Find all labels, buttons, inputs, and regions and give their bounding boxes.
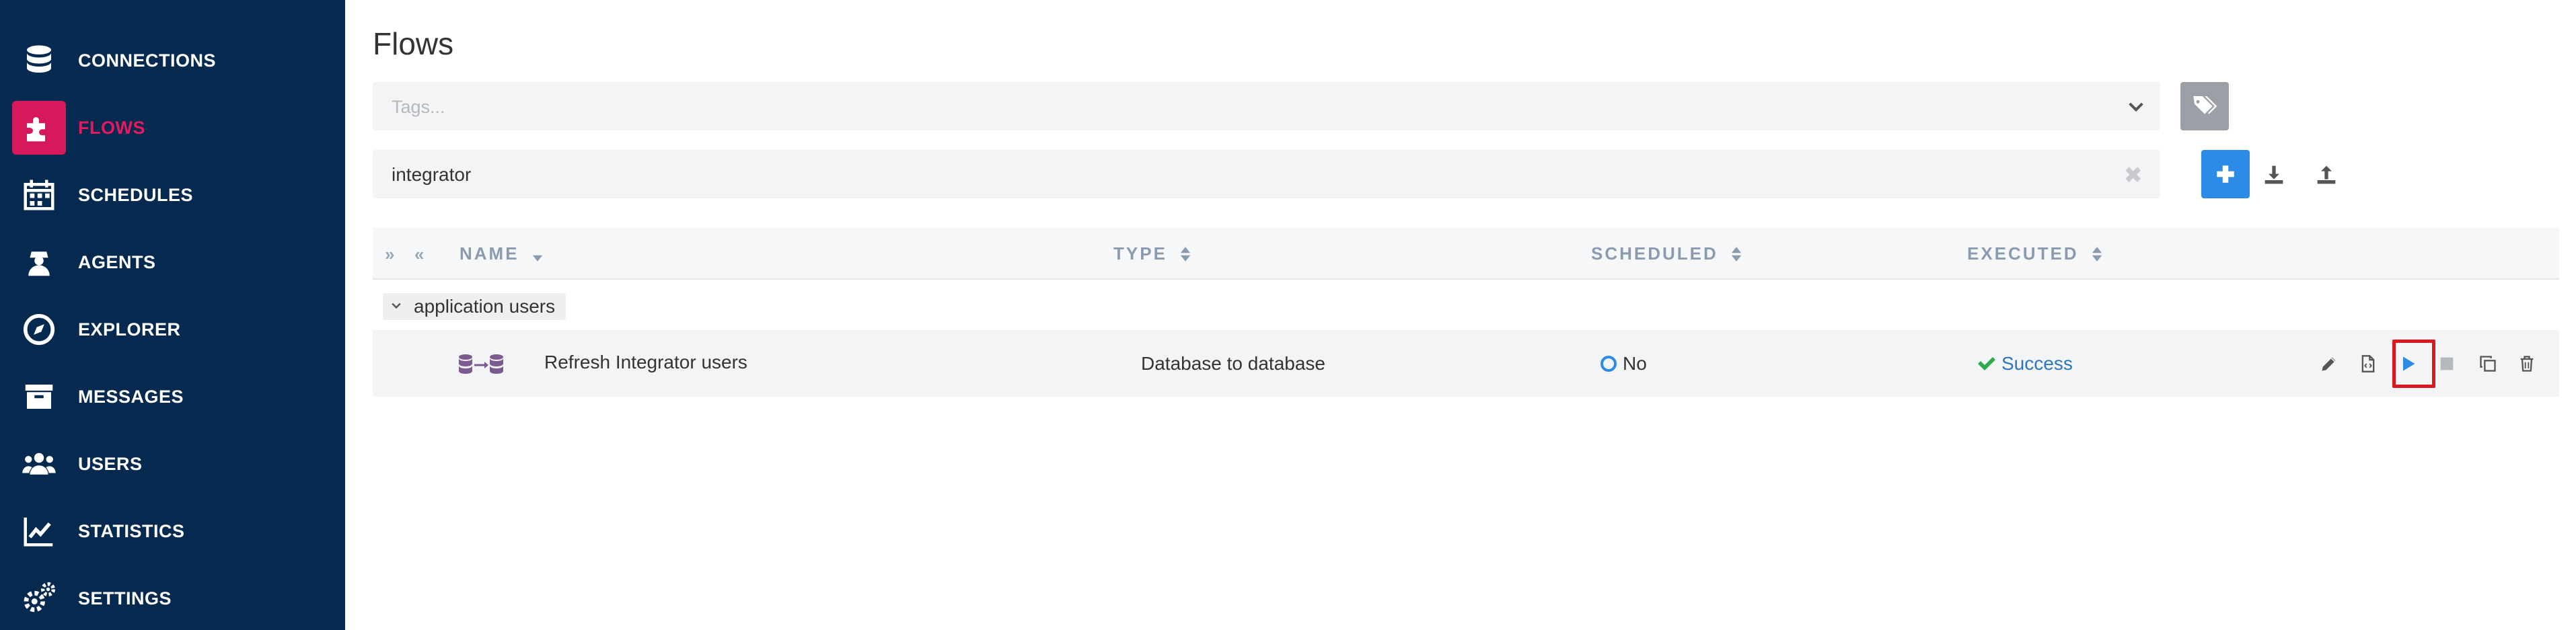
group-label: application users <box>414 296 556 317</box>
database-to-database-icon <box>457 353 505 376</box>
compass-icon <box>12 303 66 356</box>
clear-search-icon[interactable]: ✖ <box>2124 162 2143 189</box>
sidebar-item-label: FLOWS <box>78 117 145 138</box>
flow-type: Database to database <box>1141 353 1325 374</box>
sidebar: CONNECTIONS FLOWS SCHEDULES AGENTS EXPLO… <box>0 0 345 630</box>
flow-name[interactable]: Refresh Integrator users <box>544 352 747 373</box>
collapse-all-icon[interactable]: « <box>414 244 424 265</box>
chevron-down-icon <box>390 299 403 315</box>
tags-button[interactable] <box>2180 82 2229 130</box>
search-value: integrator <box>392 164 472 185</box>
duplicate-button[interactable] <box>2474 350 2501 377</box>
not-scheduled-circle-icon <box>1600 356 1617 372</box>
sidebar-item-flows[interactable]: FLOWS <box>0 94 345 161</box>
sidebar-item-explorer[interactable]: EXPLORER <box>0 296 345 363</box>
agent-icon <box>12 235 66 289</box>
table-row[interactable]: Refresh Integrator users Database to dat… <box>373 330 2559 397</box>
trash-icon <box>2520 356 2534 372</box>
expand-all-icon[interactable]: » <box>385 244 394 265</box>
gears-icon <box>12 572 66 625</box>
copy-icon <box>2480 356 2496 372</box>
column-header-label: SCHEDULED <box>1591 243 1718 264</box>
sidebar-item-label: CONNECTIONS <box>78 50 217 71</box>
sidebar-item-settings[interactable]: SETTINGS <box>0 565 345 630</box>
column-header-type[interactable]: TYPE <box>1113 243 1191 264</box>
stop-flow-button[interactable] <box>2433 350 2460 377</box>
view-log-button[interactable] <box>2355 350 2382 377</box>
table-header: » « NAME TYPE SCHEDULED EXECUTED <box>373 227 2559 280</box>
sidebar-item-label: EXPLORER <box>78 319 181 340</box>
add-flow-button[interactable] <box>2201 150 2250 198</box>
sidebar-item-users[interactable]: USERS <box>0 430 345 498</box>
check-icon <box>1977 356 1995 372</box>
database-icon <box>12 34 66 87</box>
users-icon <box>12 437 66 491</box>
tags-select[interactable]: Tags... <box>373 82 2160 130</box>
stop-icon <box>2440 357 2454 370</box>
chevron-down-icon[interactable] <box>2125 95 2147 117</box>
sidebar-item-messages[interactable]: MESSAGES <box>0 363 345 430</box>
sidebar-item-schedules[interactable]: SCHEDULES <box>0 161 345 229</box>
calendar-icon <box>12 168 66 222</box>
column-header-scheduled[interactable]: SCHEDULED <box>1591 243 1742 264</box>
sidebar-item-label: AGENTS <box>78 251 156 272</box>
page-title: Flows <box>373 26 454 61</box>
sidebar-item-connections[interactable]: CONNECTIONS <box>0 27 345 94</box>
column-header-label: TYPE <box>1113 243 1167 264</box>
pencil-icon <box>2322 357 2336 371</box>
sidebar-item-label: MESSAGES <box>78 386 184 407</box>
delete-button[interactable] <box>2513 350 2540 377</box>
file-code-icon <box>2361 355 2375 372</box>
tags-placeholder: Tags... <box>392 97 445 117</box>
puzzle-icon <box>12 101 66 155</box>
column-header-label: EXECUTED <box>1967 243 2079 264</box>
sidebar-item-label: USERS <box>78 453 143 474</box>
tags-icon <box>2193 96 2217 114</box>
column-header-executed[interactable]: EXECUTED <box>1967 243 2103 264</box>
sort-desc-icon <box>531 244 544 264</box>
download-button[interactable] <box>2259 160 2289 190</box>
sidebar-item-agents[interactable]: AGENTS <box>0 229 345 296</box>
column-header-label: NAME <box>459 243 519 264</box>
run-button-highlight <box>2392 340 2435 388</box>
column-header-name[interactable]: NAME <box>459 243 544 264</box>
edit-button[interactable] <box>2316 350 2343 377</box>
line-chart-icon <box>12 504 66 558</box>
plus-icon <box>2217 165 2234 183</box>
main-content: Flows Tags... integrator ✖ » « NAME TYPE <box>345 0 2576 630</box>
upload-icon <box>2317 165 2336 184</box>
upload-button[interactable] <box>2312 160 2341 190</box>
search-input[interactable]: integrator ✖ <box>373 150 2160 198</box>
sidebar-item-statistics[interactable]: STATISTICS <box>0 498 345 565</box>
group-toggle[interactable]: application users <box>383 293 566 320</box>
sidebar-item-label: SCHEDULES <box>78 184 194 205</box>
sidebar-item-label: STATISTICS <box>78 520 185 541</box>
sort-icon <box>2091 244 2103 264</box>
archive-box-icon <box>12 370 66 424</box>
sidebar-item-label: SETTINGS <box>78 588 172 608</box>
flow-scheduled: No <box>1623 353 1647 374</box>
sort-icon <box>1179 244 1191 264</box>
sort-icon <box>1730 244 1742 264</box>
download-icon <box>2265 165 2283 184</box>
flow-executed-status[interactable]: Success <box>2001 353 2073 375</box>
